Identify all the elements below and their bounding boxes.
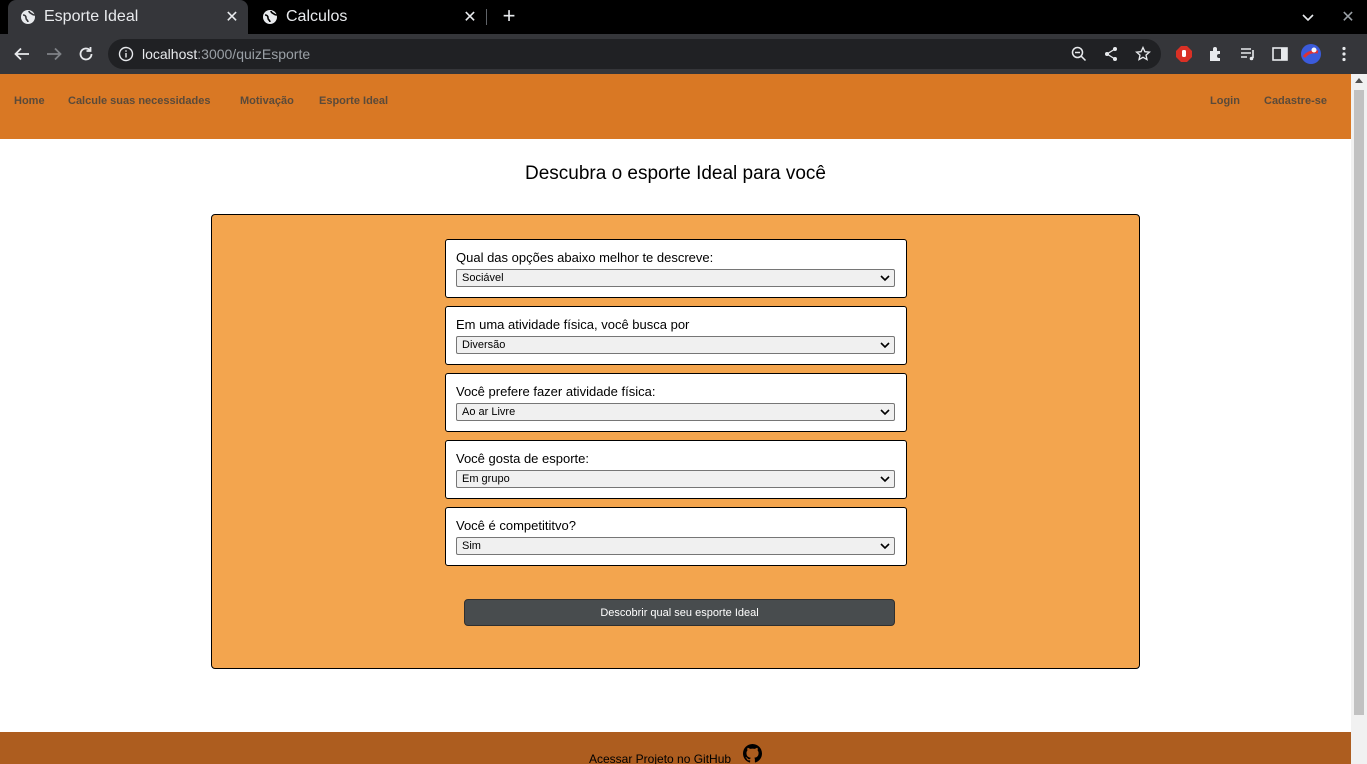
nav-signup-link[interactable]: Cadastre-se <box>1264 95 1327 107</box>
question-card: Você é competititvo? Sim <box>445 507 907 566</box>
submit-button[interactable]: Descobrir qual seu esporte Ideal <box>464 599 895 626</box>
question-select[interactable]: Ao ar Livre <box>456 403 895 421</box>
back-arrow-icon[interactable] <box>10 42 34 66</box>
tab-esporte-ideal[interactable]: Esporte Ideal ✕ <box>8 0 248 34</box>
page-viewport: Home Calcule suas necessidades Motivação… <box>0 74 1351 764</box>
info-icon[interactable] <box>118 46 134 62</box>
nav-calcule-link[interactable]: Calcule suas necessidades <box>68 95 210 107</box>
extensions-puzzle-icon[interactable] <box>1205 43 1227 65</box>
question-select[interactable]: Em grupo <box>456 470 895 488</box>
question-select[interactable]: Diversão <box>456 336 895 354</box>
question-select[interactable]: Sociável <box>456 269 895 287</box>
tab-separator <box>486 9 487 25</box>
question-label: Você gosta de esporte: <box>456 451 589 466</box>
tab-title: Esporte Ideal <box>44 8 139 25</box>
close-window-icon[interactable]: ✕ <box>1337 6 1359 28</box>
side-panel-icon[interactable] <box>1269 43 1291 65</box>
browser-tab-bar: Esporte Ideal ✕ Calculos ✕ + ✕ <box>0 0 1367 34</box>
nav-motivacao-link[interactable]: Motivação <box>240 95 294 107</box>
question-label: Qual das opções abaixo melhor te descrev… <box>456 250 714 265</box>
globe-icon <box>21 10 36 24</box>
zoom-icon[interactable] <box>1071 46 1087 62</box>
chevron-down-icon <box>880 476 890 483</box>
reload-icon[interactable] <box>74 42 98 66</box>
question-label: Em uma atividade física, você busca por <box>456 317 690 332</box>
chevron-down-icon <box>880 342 890 349</box>
scrollbar-thumb[interactable] <box>1354 90 1364 715</box>
menu-kebab-icon[interactable] <box>1333 43 1355 65</box>
share-icon[interactable] <box>1103 46 1119 62</box>
github-icon[interactable] <box>743 744 762 763</box>
chevron-down-icon <box>880 409 890 416</box>
question-card: Em uma atividade física, você busca por … <box>445 306 907 365</box>
github-link[interactable]: Acessar Projeto no GitHub <box>589 752 731 764</box>
globe-icon <box>263 10 278 24</box>
address-bar[interactable]: localhost:3000/quizEsporte <box>108 39 1161 69</box>
profile-avatar[interactable] <box>1300 43 1322 65</box>
nav-home-link[interactable]: Home <box>14 95 45 107</box>
select-value: Sociável <box>462 272 504 284</box>
url-text: localhost:3000/quizEsporte <box>142 46 311 62</box>
site-navbar: Home Calcule suas necessidades Motivação… <box>0 74 1351 139</box>
question-card: Qual das opções abaixo melhor te descrev… <box>445 239 907 298</box>
question-select[interactable]: Sim <box>456 537 895 555</box>
bookmark-star-icon[interactable] <box>1135 46 1151 62</box>
reading-list-icon[interactable] <box>1237 43 1259 65</box>
scroll-up-arrow-icon[interactable] <box>1355 78 1363 83</box>
page-scrollbar[interactable] <box>1351 74 1367 764</box>
tab-title: Calculos <box>286 8 348 25</box>
select-value: Em grupo <box>462 473 510 485</box>
adblock-extension-icon[interactable] <box>1173 43 1195 65</box>
chevron-down-icon <box>880 275 890 282</box>
tab-calculos[interactable]: Calculos ✕ <box>250 0 486 34</box>
select-value: Sim <box>462 540 481 552</box>
page-title: Descubra o esporte Ideal para você <box>524 163 826 184</box>
select-value: Diversão <box>462 339 506 351</box>
new-tab-icon[interactable]: + <box>498 5 520 27</box>
close-tab-icon[interactable]: ✕ <box>460 7 480 27</box>
nav-esporte-ideal-link[interactable]: Esporte Ideal <box>319 95 388 107</box>
chevron-down-icon <box>880 543 890 550</box>
question-label: Você prefere fazer atividade física: <box>456 384 656 399</box>
question-card: Você prefere fazer atividade física: Ao … <box>445 373 907 432</box>
question-card: Você gosta de esporte: Em grupo <box>445 440 907 499</box>
site-footer: Acessar Projeto no GitHub <box>0 732 1351 764</box>
quiz-form: Qual das opções abaixo melhor te descrev… <box>211 214 1140 669</box>
forward-arrow-icon[interactable] <box>42 42 66 66</box>
close-tab-icon[interactable]: ✕ <box>222 7 242 27</box>
nav-login-link[interactable]: Login <box>1210 95 1240 107</box>
browser-toolbar: localhost:3000/quizEsporte <box>0 34 1367 74</box>
select-value: Ao ar Livre <box>462 406 516 418</box>
question-label: Você é competititvo? <box>456 518 576 533</box>
tab-search-chevron-icon[interactable] <box>1297 6 1319 28</box>
